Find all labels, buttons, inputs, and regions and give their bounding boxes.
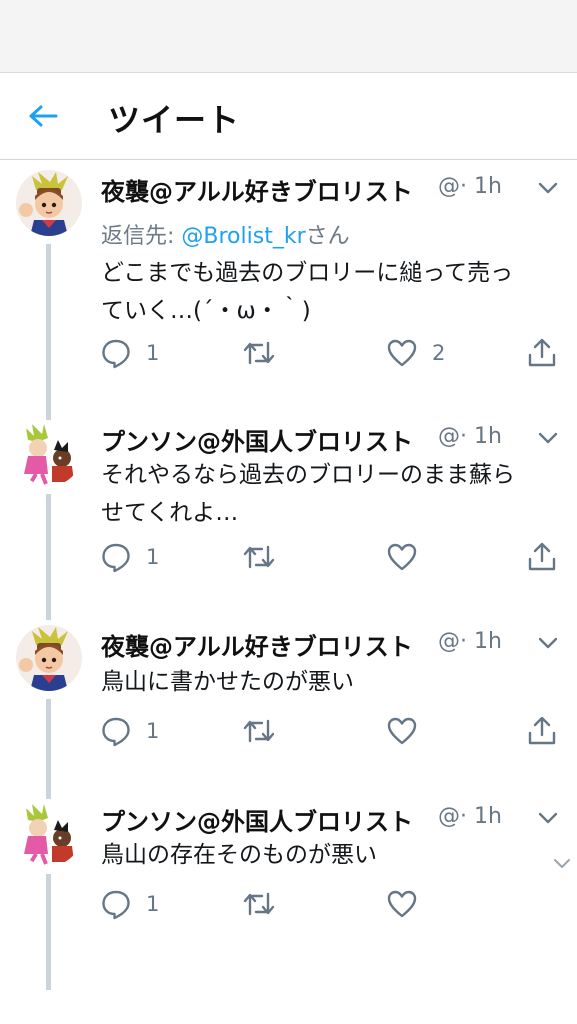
chevron-down-icon[interactable] <box>536 633 560 653</box>
tweet[interactable]: プンソン@外国人ブロリスト @· 1h それやるなら過去のブロリーのまま蘇ら せ… <box>0 420 577 620</box>
retweet-button[interactable] <box>242 539 290 575</box>
heart-icon <box>387 339 417 367</box>
tweet[interactable]: プンソン@外国人ブロリスト @· 1h 鳥山の存在そのものが悪い 1 <box>0 800 577 990</box>
like-button[interactable]: 2 <box>386 335 445 371</box>
avatar-image <box>16 800 82 866</box>
reply-to-line: 返信先: @Brolist_krさん <box>101 218 350 250</box>
share-icon <box>528 338 556 367</box>
chevron-down-icon[interactable] <box>536 808 560 828</box>
handle-time: @· 1h <box>438 424 502 449</box>
reply-mention-link[interactable]: @Brolist_kr <box>181 224 305 249</box>
reply-count: 1 <box>146 545 160 569</box>
retweet-button[interactable] <box>242 335 290 371</box>
tweet-text-line: 鳥山に書かせたのが悪い <box>101 669 354 695</box>
like-button[interactable] <box>386 539 432 575</box>
reply-bubble-icon <box>102 890 130 920</box>
retweet-icon <box>243 892 275 916</box>
heart-icon <box>387 717 417 745</box>
avatar-image <box>16 625 82 691</box>
display-name[interactable]: プンソン@外国人ブロリスト <box>101 802 413 837</box>
handle-time: @· 1h <box>438 804 502 829</box>
avatar[interactable] <box>16 170 82 236</box>
avatar[interactable] <box>16 420 82 486</box>
tweet-text-line: 鳥山の存在そのものが悪い <box>101 842 377 868</box>
display-name[interactable]: プンソン@外国人ブロリスト <box>101 422 413 457</box>
back-button[interactable] <box>26 101 60 131</box>
reply-count: 1 <box>146 892 160 916</box>
reply-bubble-icon <box>102 339 130 369</box>
page-title: ツイート <box>108 101 241 139</box>
tweet-text-line: どこまでも過去のブロリーに縋って売っ <box>101 260 514 286</box>
tweet-text-line: せてくれよ… <box>101 500 239 526</box>
tweet-actions: 1 <box>100 886 560 922</box>
reply-button[interactable]: 1 <box>100 713 159 749</box>
handle-time: @· 1h <box>438 174 502 199</box>
thread-line <box>46 494 51 620</box>
share-icon <box>528 542 556 571</box>
reply-to-prefix: 返信先: <box>101 224 182 249</box>
tweet-actions: 1 <box>100 539 560 575</box>
chevron-down-icon[interactable] <box>536 178 560 198</box>
status-bar-area <box>0 0 577 72</box>
tweet-text: 鳥山の存在そのものが悪い <box>101 836 561 874</box>
heart-icon <box>387 890 417 918</box>
tweet-actions: 1 2 <box>100 335 560 371</box>
retweet-icon <box>243 719 275 743</box>
retweet-button[interactable] <box>242 713 290 749</box>
retweet-button[interactable] <box>242 886 290 922</box>
arrow-left-icon <box>29 105 58 127</box>
avatar[interactable] <box>16 800 82 866</box>
reply-button[interactable]: 1 <box>100 539 159 575</box>
avatar-image <box>16 170 82 236</box>
thread-line <box>46 699 51 799</box>
retweet-icon <box>243 341 275 365</box>
tweet[interactable]: 夜襲@アルル好きブロリスト @· 1h 鳥山に書かせたのが悪い 1 <box>0 625 577 799</box>
tweet-actions: 1 <box>100 713 560 749</box>
like-button[interactable] <box>386 886 432 922</box>
heart-icon <box>387 543 417 571</box>
tweet-text-line: それやるなら過去のブロリーのまま蘇ら <box>101 462 515 488</box>
retweet-icon <box>243 545 275 569</box>
reply-button[interactable]: 1 <box>100 335 159 371</box>
tweet-text: それやるなら過去のブロリーのまま蘇ら せてくれよ… <box>101 456 561 532</box>
like-count: 2 <box>432 341 446 365</box>
reply-to-suffix: さん <box>305 224 350 249</box>
reply-count: 1 <box>146 719 160 743</box>
thread-line <box>46 874 51 990</box>
display-name[interactable]: 夜襲@アルル好きブロリスト <box>101 627 413 662</box>
share-button[interactable] <box>526 539 558 575</box>
display-name[interactable]: 夜襲@アルル好きブロリスト <box>101 172 413 207</box>
reply-count: 1 <box>146 341 160 365</box>
avatar[interactable] <box>16 625 82 691</box>
avatar-image <box>16 420 82 486</box>
handle-time: @· 1h <box>438 629 502 654</box>
tweet-text: 鳥山に書かせたのが悪い <box>101 663 561 701</box>
chevron-down-icon[interactable] <box>536 428 560 448</box>
share-icon <box>528 716 556 745</box>
share-button[interactable] <box>526 335 558 371</box>
chevron-down-icon[interactable] <box>552 856 572 872</box>
like-button[interactable] <box>386 713 432 749</box>
tweet[interactable]: 夜襲@アルル好きブロリスト @· 1h 返信先: @Brolist_krさん ど… <box>0 170 577 428</box>
app-header: ツイート <box>0 72 577 160</box>
reply-bubble-icon <box>102 543 130 573</box>
reply-button[interactable]: 1 <box>100 886 159 922</box>
reply-bubble-icon <box>102 717 130 747</box>
tweet-text: どこまでも過去のブロリーに縋って売っ ていく…(´・ω・｀) <box>101 254 561 330</box>
thread-line <box>46 244 51 428</box>
tweet-text-line: ていく…(´・ω・｀) <box>101 298 311 324</box>
share-button[interactable] <box>526 713 558 749</box>
